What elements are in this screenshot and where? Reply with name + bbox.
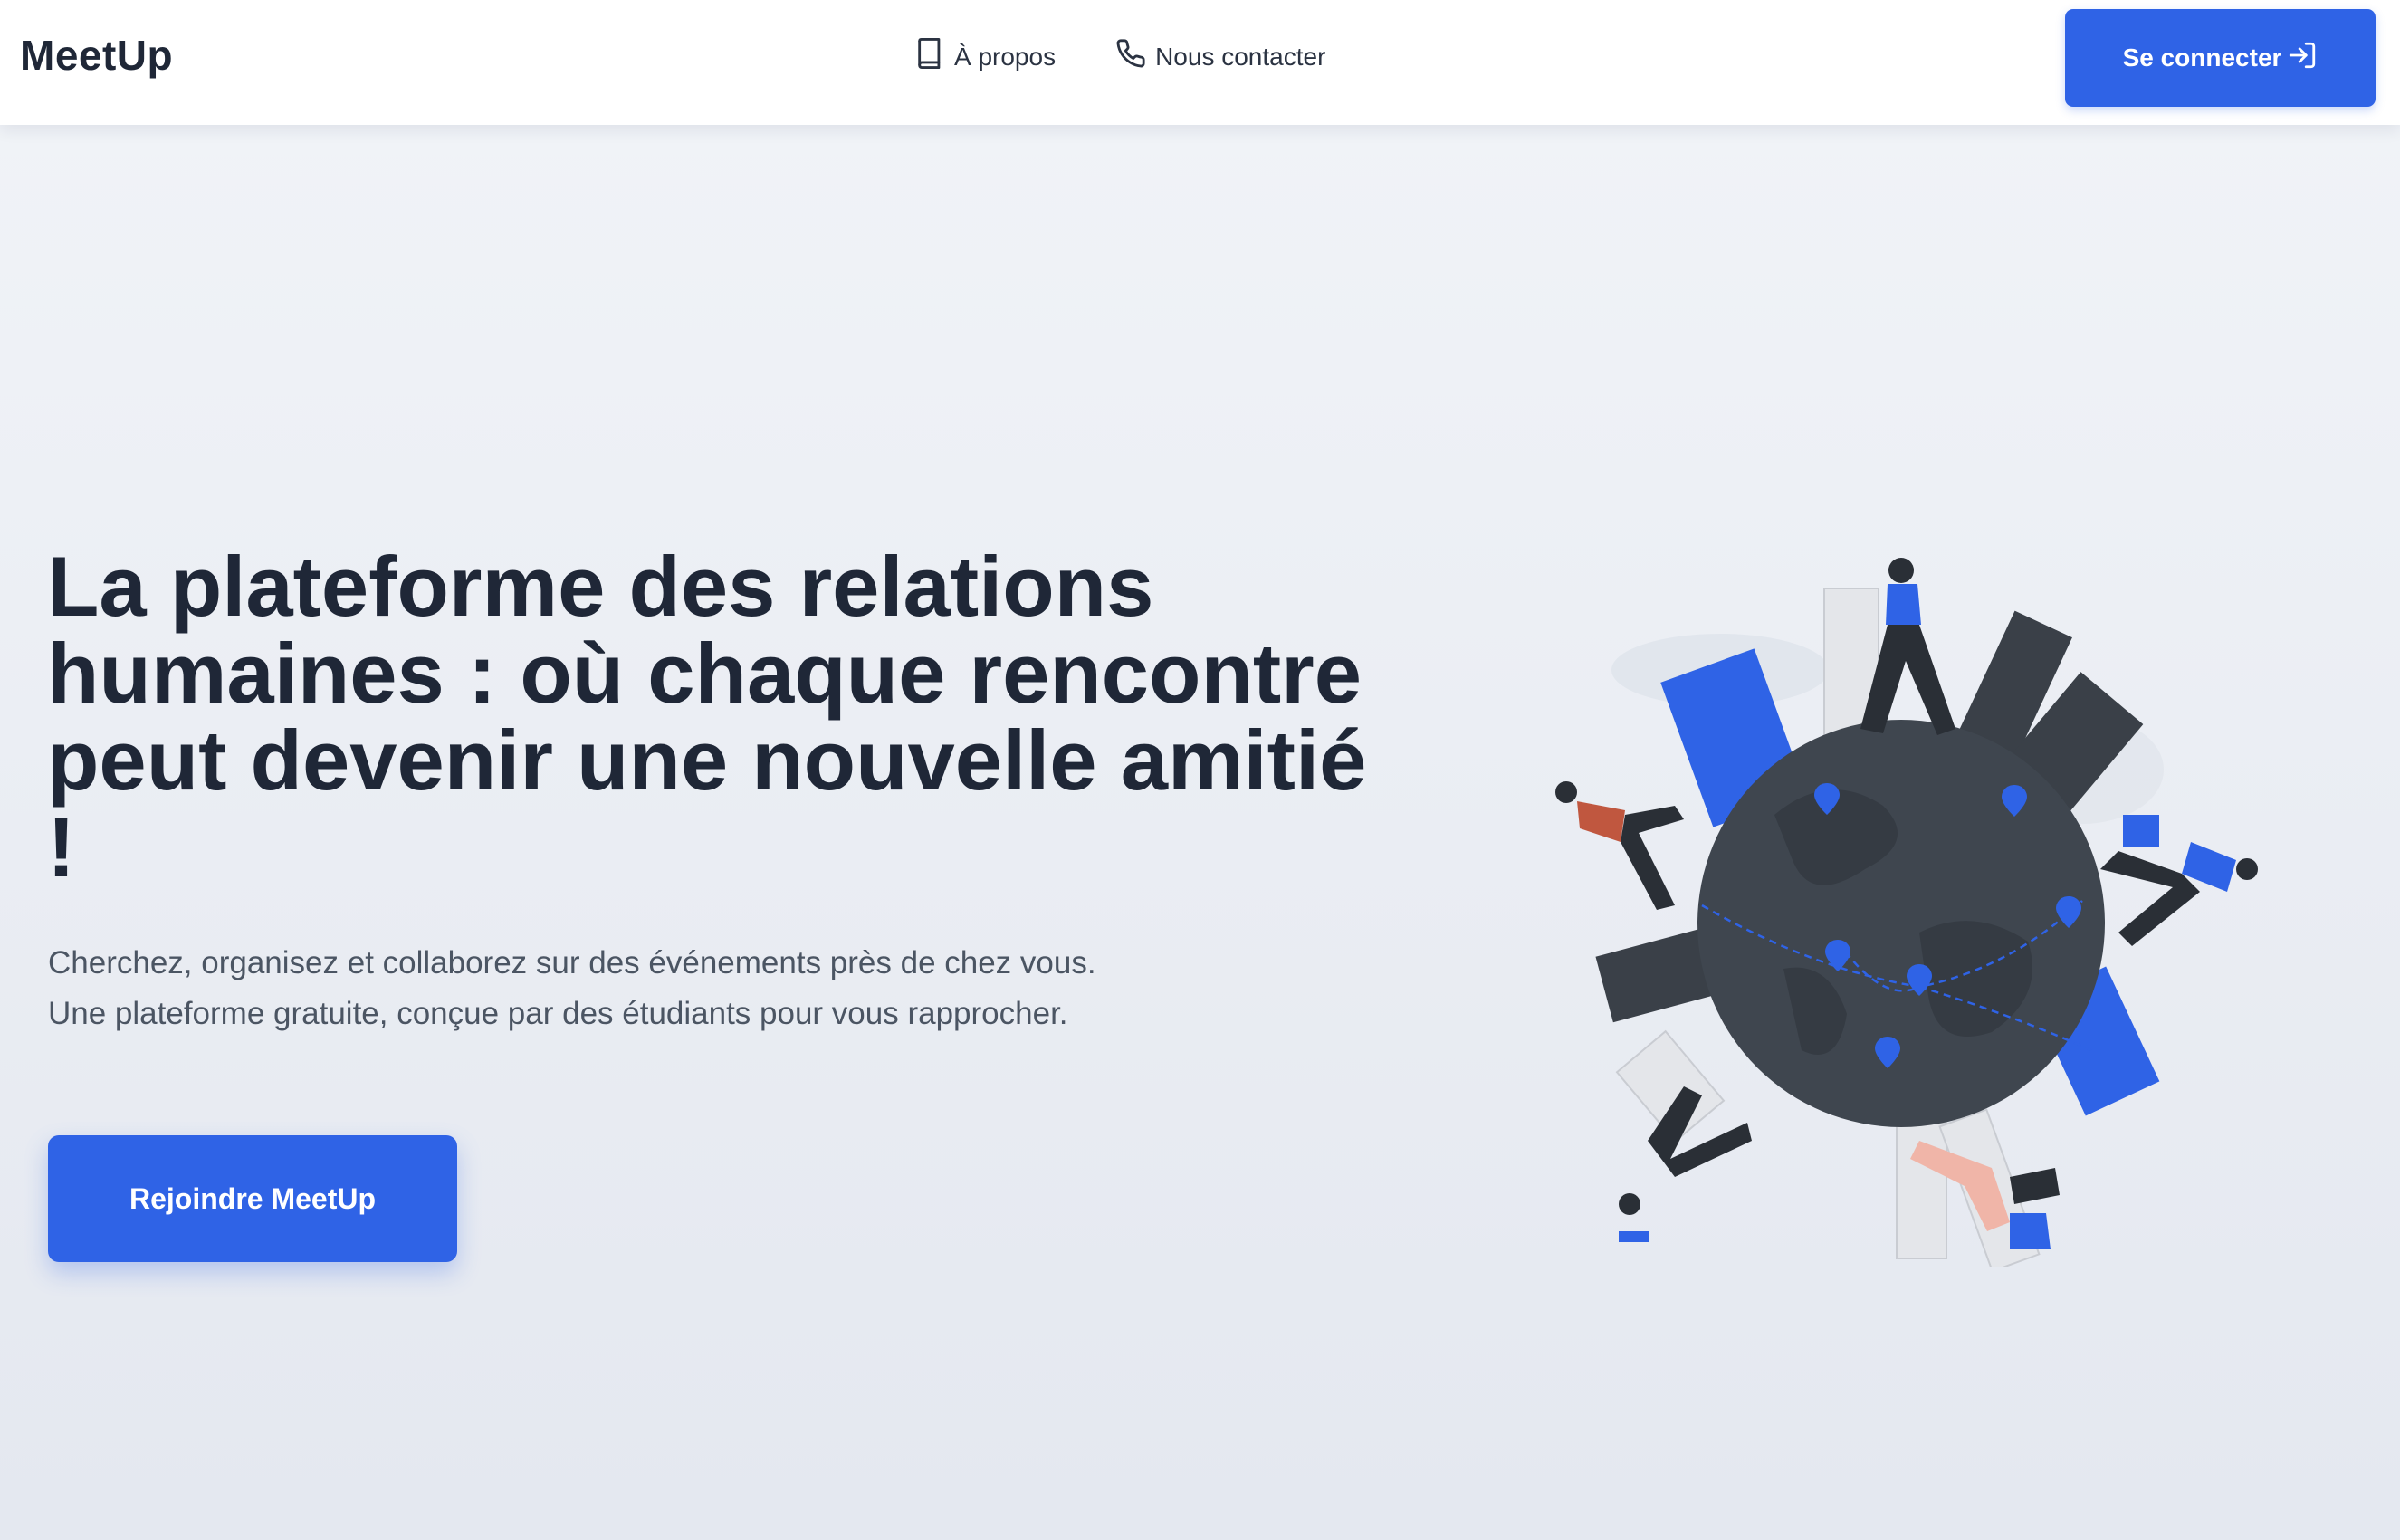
- login-button-label: Se connecter: [2122, 43, 2282, 72]
- top-navbar: MeetUp À propos Nous contacter Se connec…: [0, 0, 2400, 125]
- hero-subtitle: Cherchez, organisez et collaborez sur de…: [48, 945, 1096, 1031]
- join-button[interactable]: Rejoindre MeetUp: [48, 1135, 457, 1262]
- nav-links: À propos Nous contacter: [914, 36, 1325, 77]
- brand-logo[interactable]: MeetUp: [20, 31, 173, 80]
- globe-people-illustration: [1539, 543, 2281, 1273]
- sign-in-icon: [2287, 40, 2318, 77]
- nav-link-about[interactable]: À propos: [914, 36, 1056, 77]
- book-icon: [914, 36, 945, 77]
- nav-link-about-label: À propos: [954, 42, 1057, 71]
- nav-link-contact[interactable]: Nous contacter: [1115, 36, 1325, 77]
- hero-title: La plateforme des relations humaines : o…: [47, 539, 1367, 894]
- login-button[interactable]: Se connecter: [2065, 9, 2376, 107]
- phone-icon: [1115, 36, 1146, 77]
- nav-link-contact-label: Nous contacter: [1155, 42, 1326, 71]
